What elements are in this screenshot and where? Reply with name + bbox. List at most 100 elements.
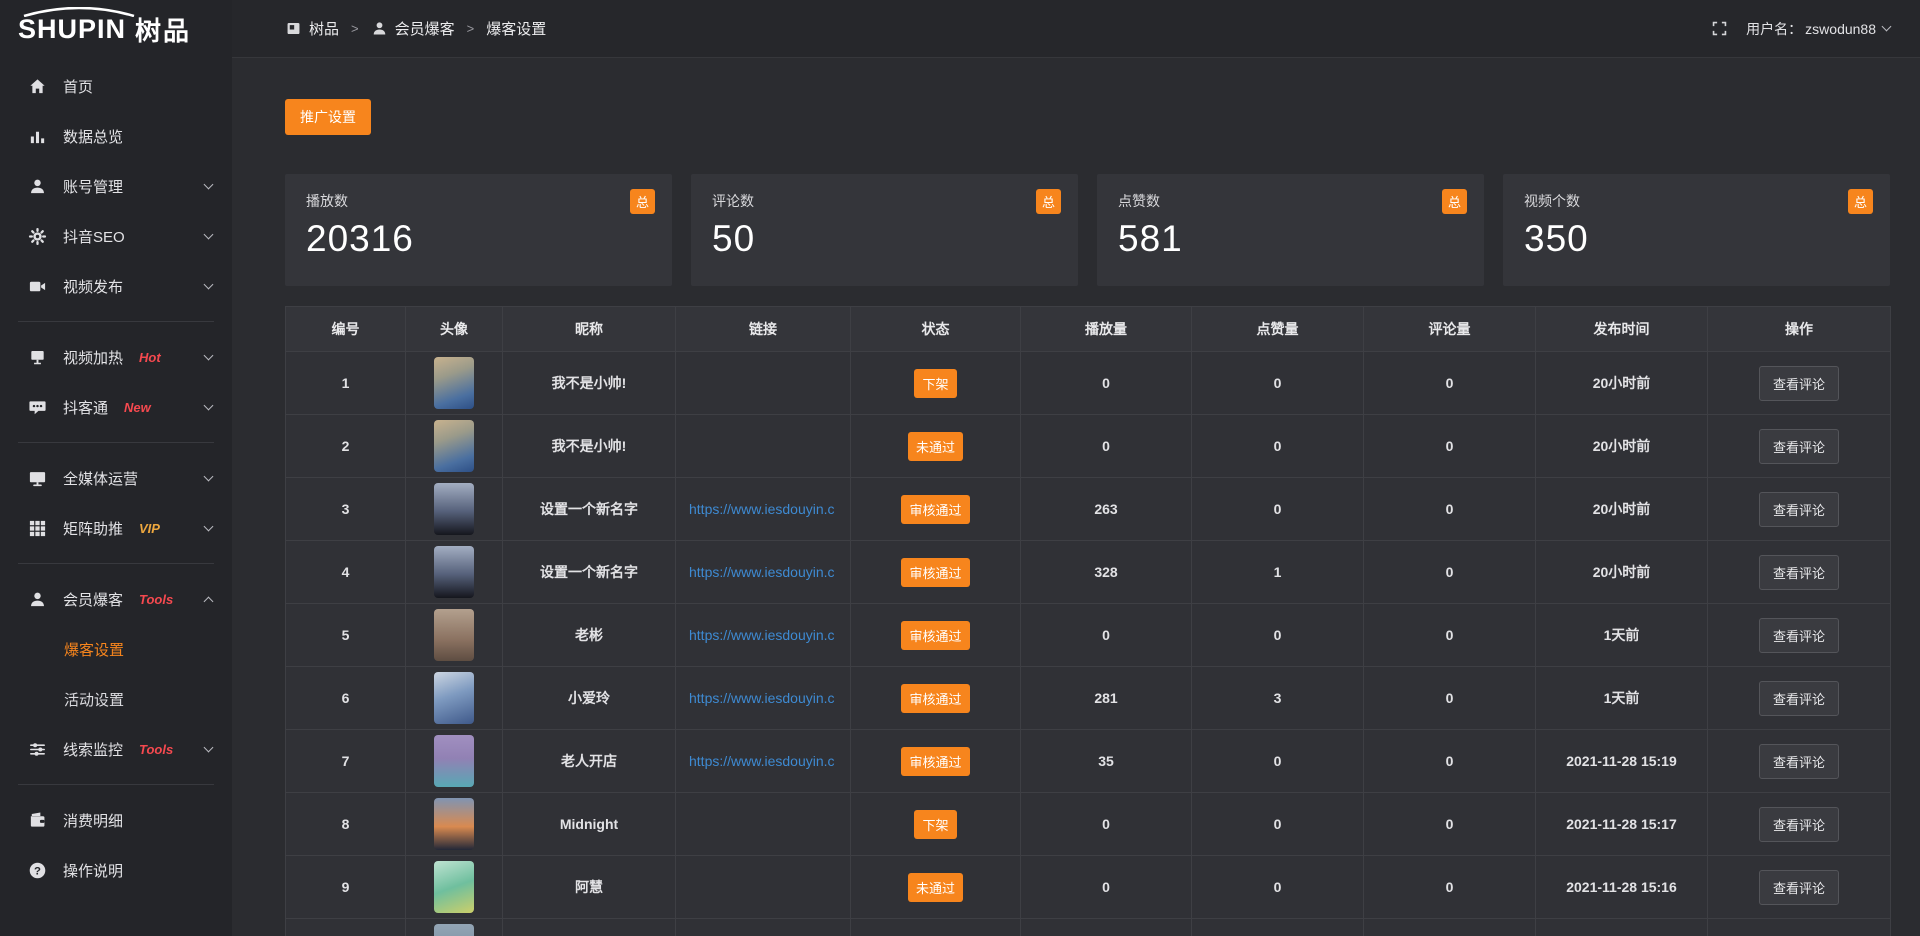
cell-number: 3 [286,478,406,541]
stat-label: 评论数 [712,193,754,209]
sidebar-subitem-baoke-settings[interactable]: 爆客设置 [0,624,232,674]
cell-comments: 0 [1364,415,1536,478]
cell-actions: 查看评论 [1708,730,1891,793]
cell-avatar [406,730,503,793]
brand-logo[interactable]: SHUPIN 树品 [0,0,232,58]
view-comments-button[interactable]: 查看评论 [1759,429,1839,464]
promo-settings-button[interactable]: 推广设置 [285,99,371,135]
view-comments-button[interactable]: 查看评论 [1759,492,1839,527]
cell-publish-time: 20小时前 [1536,352,1708,415]
cell-comments: 0 [1364,541,1536,604]
col-header-plays: 播放量 [1021,307,1192,352]
chevron-down-icon [204,401,214,411]
cell-actions: 查看评论 [1708,667,1891,730]
cell-number: 1 [286,352,406,415]
cell-plays: 0 [1021,352,1192,415]
cell-status: 下架 [851,793,1021,856]
cell-likes [1192,919,1364,936]
avatar [434,483,474,535]
cell-link: https://www.iesdouyin.c [676,604,851,667]
cell-number: 4 [286,541,406,604]
cell-nickname: 设置一个新名字 [503,541,676,604]
cell-number: 2 [286,415,406,478]
cell-status: 审核通过 [851,604,1021,667]
cell-likes: 0 [1192,352,1364,415]
video-link[interactable]: https://www.iesdouyin.c [689,627,837,643]
sidebar-item-consumption-detail[interactable]: 消费明细 [0,795,232,845]
cell-avatar [406,415,503,478]
question-icon [28,861,47,880]
cell-status: 未通过 [851,856,1021,919]
sidebar-item-account-mgmt[interactable]: 账号管理 [0,161,232,211]
cell-avatar [406,604,503,667]
view-comments-button[interactable]: 查看评论 [1759,870,1839,905]
col-header-actions: 操作 [1708,307,1891,352]
view-comments-button[interactable]: 查看评论 [1759,681,1839,716]
status-badge: 未通过 [908,432,963,461]
breadcrumb-item-shupin[interactable]: 树品 [285,18,339,39]
sidebar-item-video-heat[interactable]: 视频加热 Hot [0,332,232,382]
cell-likes: 3 [1192,667,1364,730]
grid-icon [28,519,47,538]
sidebar-item-douyin-seo[interactable]: 抖音SEO [0,211,232,261]
sidebar-item-matrix-boost[interactable]: 矩阵助推 VIP [0,503,232,553]
cell-nickname [503,919,676,936]
video-link[interactable]: https://www.iesdouyin.c [689,564,837,580]
cell-comments: 0 [1364,604,1536,667]
breadcrumb-item-member-baoke[interactable]: 会员爆客 [371,18,455,39]
cell-publish-time: 20小时前 [1536,478,1708,541]
cell-avatar [406,793,503,856]
cell-actions: 查看评论 [1708,604,1891,667]
username-label: 用户名： [1746,19,1802,39]
video-link[interactable]: https://www.iesdouyin.c [689,753,837,769]
view-comments-button[interactable]: 查看评论 [1759,555,1839,590]
cell-actions: 查看评论 [1708,541,1891,604]
video-link[interactable]: https://www.iesdouyin.c [689,690,837,706]
cell-publish-time: 20小时前 [1536,541,1708,604]
video-link[interactable]: https://www.iesdouyin.c [689,501,837,517]
cell-comments: 0 [1364,667,1536,730]
chevron-up-icon [204,596,214,606]
sidebar-item-home[interactable]: 首页 [0,61,232,111]
table-row: 1 我不是小帅! 下架 0 0 0 [286,352,1891,415]
view-comments-button[interactable]: 查看评论 [1759,366,1839,401]
sidebar-item-member-baoke[interactable]: 会员爆客 Tools [0,574,232,624]
tools-badge: Tools [139,592,173,607]
table-row: 7 老人开店 https://www.iesdouyin.c 审核通过 35 0 [286,730,1891,793]
hot-badge: Hot [139,350,161,365]
cell-comments: 0 [1364,856,1536,919]
cell-nickname: 我不是小帅! [503,415,676,478]
view-comments-button[interactable]: 查看评论 [1759,807,1839,842]
sidebar-item-douketong[interactable]: 抖客通 New [0,382,232,432]
sidebar-item-instructions[interactable]: 操作说明 [0,845,232,895]
cell-comments: 0 [1364,793,1536,856]
cell-actions: 查看评论 [1708,856,1891,919]
username: zswodun88 [1805,21,1876,37]
cell-nickname: 设置一个新名字 [503,478,676,541]
status-badge: 审核通过 [901,558,969,587]
cell-likes: 0 [1192,856,1364,919]
video-table: 编号 头像 昵称 链接 状态 播放量 点赞量 评论量 发布时间 操作 1 [285,306,1891,936]
sidebar-subitem-activity-settings[interactable]: 活动设置 [0,674,232,724]
view-comments-button[interactable]: 查看评论 [1759,618,1839,653]
tools-badge: Tools [139,742,173,757]
cell-avatar [406,541,503,604]
cell-avatar [406,667,503,730]
user-icon [28,177,47,196]
cell-number: 8 [286,793,406,856]
sidebar-item-lead-monitor[interactable]: 线索监控 Tools [0,724,232,774]
status-badge: 审核通过 [901,684,969,713]
sidebar-item-omnimedia[interactable]: 全媒体运营 [0,453,232,503]
breadcrumb: 树品 > 会员爆客 > 爆客设置 [285,18,546,39]
fullscreen-icon[interactable] [1711,20,1728,37]
view-comments-button[interactable]: 查看评论 [1759,744,1839,779]
cell-publish-time: 2021-11-28 15:19 [1536,730,1708,793]
cell-likes: 0 [1192,415,1364,478]
cell-plays: 328 [1021,541,1192,604]
stat-label: 视频个数 [1524,193,1580,209]
stat-label: 播放数 [306,193,348,209]
sidebar-item-video-publish[interactable]: 视频发布 [0,261,232,311]
cell-nickname: 老彬 [503,604,676,667]
user-menu[interactable]: 用户名：zswodun88 [1746,19,1890,39]
sidebar-item-data-overview[interactable]: 数据总览 [0,111,232,161]
